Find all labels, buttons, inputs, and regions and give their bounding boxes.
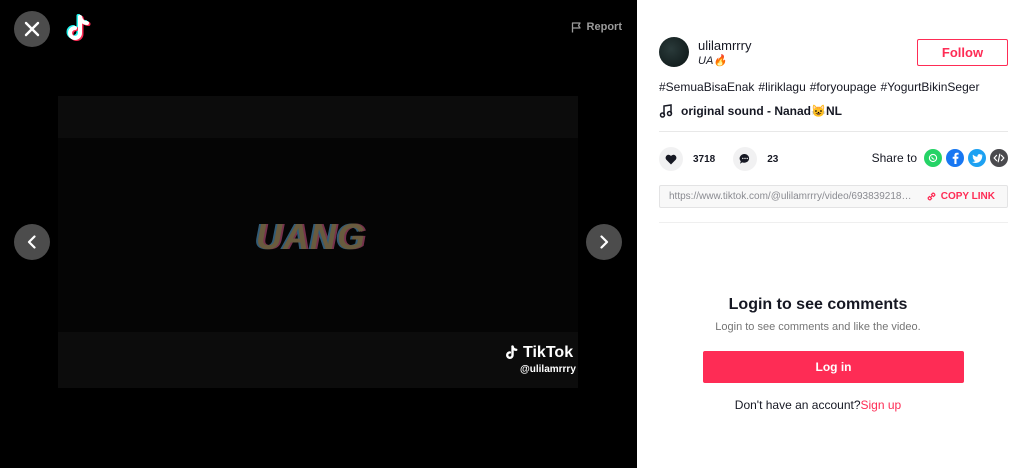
video-band-top xyxy=(58,96,578,138)
comments-login-subtitle: Login to see comments and like the video… xyxy=(715,321,921,333)
info-panel: ulilamrrry UA🔥 Follow #SemuaBisaEnak #li… xyxy=(637,0,1024,468)
like-button[interactable] xyxy=(659,147,683,171)
video-link-field[interactable]: https://www.tiktok.com/@ulilamrrry/video… xyxy=(659,185,1008,208)
whatsapp-icon[interactable] xyxy=(924,149,942,167)
link-icon xyxy=(927,192,936,201)
hashtag-list: #SemuaBisaEnak #liriklagu #foryoupage #Y… xyxy=(659,80,979,94)
signup-prompt: Don't have an account? xyxy=(734,398,861,412)
signup-link[interactable]: Sign up xyxy=(861,398,902,412)
hashtag-link[interactable]: #liriklagu xyxy=(758,80,805,94)
facebook-icon[interactable] xyxy=(946,149,964,167)
video-player[interactable]: UANG TikTok @ulilamrrry xyxy=(58,96,578,388)
previous-video-button[interactable] xyxy=(14,224,50,260)
share-bar: Share to xyxy=(872,149,1008,167)
follow-button[interactable]: Follow xyxy=(917,39,1008,66)
music-note-icon xyxy=(659,104,673,118)
video-watermark: TikTok @ulilamrrry xyxy=(504,344,576,375)
engagement-bar: 3718 23 xyxy=(659,147,786,171)
divider xyxy=(659,131,1008,132)
close-icon xyxy=(24,21,40,37)
heart-icon xyxy=(665,154,677,164)
author-info[interactable]: ulilamrrry UA🔥 xyxy=(659,37,751,67)
chevron-right-icon xyxy=(600,235,609,249)
comments-login-title: Login to see comments xyxy=(728,296,908,313)
comment-icon xyxy=(739,153,750,164)
comment-count: 23 xyxy=(767,153,779,165)
like-count: 3718 xyxy=(693,153,716,165)
sound-link[interactable]: original sound - Nanad😺NL xyxy=(659,104,842,118)
hashtag-link[interactable]: #YogurtBikinSeger xyxy=(880,80,979,94)
close-button[interactable] xyxy=(14,11,50,47)
share-label: Share to xyxy=(871,151,917,165)
copy-link-button[interactable]: COPY LINK xyxy=(914,191,1007,202)
twitter-icon[interactable] xyxy=(968,149,986,167)
tiktok-watermark-icon xyxy=(506,345,518,359)
hashtag-link[interactable]: #SemuaBisaEnak xyxy=(659,80,754,94)
next-video-button[interactable] xyxy=(586,224,622,260)
comment-button[interactable] xyxy=(733,147,758,171)
watermark-username: @ulilamrrry xyxy=(520,364,576,375)
author-username[interactable]: ulilamrrry xyxy=(698,38,751,53)
chevron-left-icon xyxy=(27,235,36,249)
avatar[interactable] xyxy=(659,37,689,67)
author-nickname: UA🔥 xyxy=(698,54,727,67)
flag-icon xyxy=(571,21,581,32)
signup-row: Don't have an account?Sign up xyxy=(637,398,999,412)
copy-link-label: COPY LINK xyxy=(940,191,995,202)
report-button[interactable]: Report xyxy=(571,21,622,33)
login-button[interactable]: Log in xyxy=(703,351,964,383)
video-caption-text: UANG xyxy=(256,216,366,257)
sound-title: original sound - Nanad😺NL xyxy=(681,104,842,118)
report-label: Report xyxy=(586,21,622,33)
watermark-brand: TikTok xyxy=(523,344,574,361)
divider xyxy=(659,222,1008,223)
video-band-bottom xyxy=(58,332,578,388)
embed-icon[interactable] xyxy=(990,149,1008,167)
hashtag-link[interactable]: #foryoupage xyxy=(810,80,877,94)
video-panel: Report UANG TikTok @ulilamrrry xyxy=(0,0,637,468)
comments-login-section: Login to see comments Login to see comme… xyxy=(637,296,999,333)
video-link-url[interactable]: https://www.tiktok.com/@ulilamrrry/video… xyxy=(660,191,914,202)
tiktok-logo-icon[interactable] xyxy=(64,13,94,45)
